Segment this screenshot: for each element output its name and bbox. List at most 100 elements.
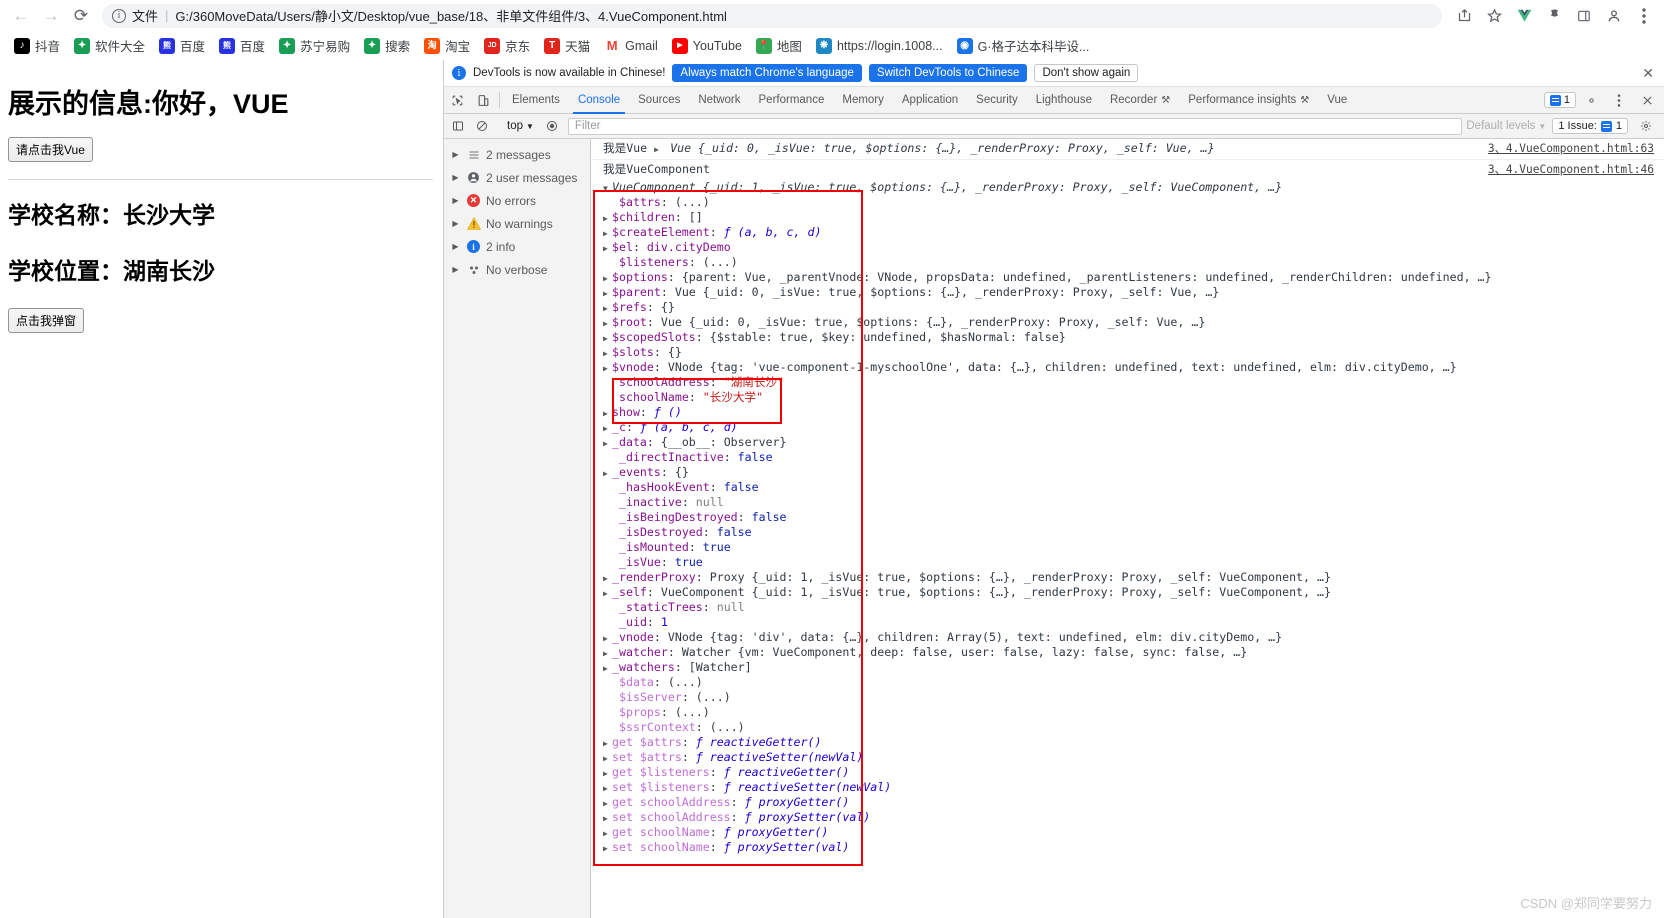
tree-row[interactable]: ▶ $children: [] (603, 210, 1664, 225)
expand-arrow-icon[interactable]: ▶ (603, 811, 612, 825)
expand-arrow-icon[interactable]: ▶ (603, 331, 612, 345)
expand-arrow-icon[interactable]: ▶ (603, 466, 612, 480)
bookmark-item[interactable]: ✦ 搜索 (358, 33, 416, 58)
side-panel-icon[interactable] (1570, 2, 1598, 30)
tree-row[interactable]: ▶_uid: 1 (603, 615, 1664, 630)
dont-show-again-button[interactable]: Don't show again (1034, 64, 1139, 82)
issues-counter-chip[interactable]: 1 (1543, 92, 1576, 108)
tree-row[interactable]: ▶ _watcher: Watcher {vm: VueComponent, de… (603, 645, 1664, 660)
tree-row[interactable]: ▶ _vnode: VNode {tag: 'div', data: {…}, c… (603, 630, 1664, 645)
profile-icon[interactable] (1600, 2, 1628, 30)
popup-button[interactable]: 点击我弹窗 (8, 308, 85, 333)
expand-arrow-icon[interactable]: ▶ (603, 571, 612, 585)
bookmark-item[interactable]: ▶ YouTube (666, 35, 748, 57)
tree-row-schoolname[interactable]: ▶schoolName: "长沙大学" (603, 390, 1664, 405)
tree-row[interactable]: ▶ $slots: {} (603, 345, 1664, 360)
tree-row-schooladdress[interactable]: ▶schoolAddress: "湖南长沙" (603, 375, 1664, 390)
collapse-arrow-icon[interactable]: ▼ (603, 181, 612, 195)
tree-row[interactable]: ▶_isDestroyed: false (603, 525, 1664, 540)
tree-row[interactable]: ▶ get $attrs: ƒ reactiveGetter() (603, 735, 1664, 750)
clear-console-icon[interactable] (470, 120, 494, 132)
tree-row[interactable]: ▶ $scopedSlots: {$stable: true, $key: und… (603, 330, 1664, 345)
tab-console[interactable]: Console (569, 87, 629, 114)
tree-row[interactable]: ▶ set $listeners: ƒ reactiveSetter(newVal… (603, 780, 1664, 795)
expand-arrow-icon[interactable]: ▶ (603, 751, 612, 765)
tree-row[interactable]: ▶ $refs: {} (603, 300, 1664, 315)
issues-badge[interactable]: 1 Issue: 1 (1552, 118, 1628, 134)
expand-arrow-icon[interactable]: ▶ (603, 436, 612, 450)
tree-row[interactable]: ▶ _self: VueComponent {_uid: 1, _isVue: t… (603, 585, 1664, 600)
tree-row[interactable]: ▶ get schoolAddress: ƒ proxyGetter() (603, 795, 1664, 810)
expand-arrow-icon[interactable]: ▶ (603, 316, 612, 330)
device-toolbar-icon[interactable] (470, 87, 496, 113)
tree-row[interactable]: ▶ set $attrs: ƒ reactiveSetter(newVal) (603, 750, 1664, 765)
console-message-vuecomponent[interactable]: 我是VueComponent 3、4.VueComponent.html:46 (591, 160, 1664, 179)
bookmark-item[interactable]: ◉ G·格子达本科毕设... (951, 33, 1096, 58)
expand-arrow-icon[interactable]: ▶ (603, 826, 612, 840)
tree-row[interactable]: ▶$attrs: (...) (603, 195, 1664, 210)
tree-row[interactable]: ▶$ssrContext: (...) (603, 720, 1664, 735)
expand-arrow-icon[interactable]: ▶ (603, 301, 612, 315)
gear-icon[interactable] (1578, 94, 1604, 107)
tree-row[interactable]: ▶_isVue: true (603, 555, 1664, 570)
sidebar-item-messages[interactable]: ▶ 2 messages (444, 143, 590, 166)
expand-arrow-icon[interactable]: ▶ (603, 766, 612, 780)
sidebar-item-user-messages[interactable]: ▶ 2 user messages (444, 166, 590, 189)
click-me-vue-button[interactable]: 请点击我Vue (8, 137, 93, 162)
star-icon[interactable] (1480, 2, 1508, 30)
tree-row-show[interactable]: ▶ show: ƒ () (603, 405, 1664, 420)
tab-vue[interactable]: Vue (1318, 87, 1356, 113)
tab-sources[interactable]: Sources (629, 87, 689, 113)
object-tree[interactable]: ▼ VueComponent {_uid: 1, _isVue: true, $o… (591, 179, 1664, 855)
sidebar-item-errors[interactable]: ▶ ✕ No errors (444, 189, 590, 212)
expand-arrow-icon[interactable]: ▶ (603, 271, 612, 285)
bookmark-item[interactable]: ✦ 苏宁易购 (273, 33, 356, 58)
tab-network[interactable]: Network (689, 87, 749, 113)
expand-arrow-icon[interactable]: ▶ (603, 241, 612, 255)
tree-row[interactable]: ▶ set schoolAddress: ƒ proxySetter(val) (603, 810, 1664, 825)
tree-row[interactable]: ▶_staticTrees: null (603, 600, 1664, 615)
tab-elements[interactable]: Elements (503, 87, 569, 113)
tree-row[interactable]: ▶ $el: div.cityDemo (603, 240, 1664, 255)
expand-arrow-icon[interactable]: ▶ (603, 661, 612, 675)
expand-arrow-icon[interactable]: ▶ (603, 421, 612, 435)
vue-devtools-icon[interactable] (1510, 2, 1538, 30)
bookmark-item[interactable]: ❋ https://login.1008... (810, 35, 949, 57)
expand-arrow-icon[interactable]: ▶ (603, 736, 612, 750)
tab-security[interactable]: Security (967, 87, 1027, 113)
tree-row[interactable]: ▶ set schoolName: ƒ proxySetter(val) (603, 840, 1664, 855)
console-message-vue[interactable]: 我是Vue ▶ Vue {_uid: 0, _isVue: true, $opt… (591, 139, 1664, 160)
expand-arrow-icon[interactable]: ▶ (603, 586, 612, 600)
source-link[interactable]: 3、4.VueComponent.html:46 (1488, 162, 1664, 177)
forward-button[interactable]: → (36, 1, 66, 31)
tree-row[interactable]: ▶ $root: Vue {_uid: 0, _isVue: true, $opt… (603, 315, 1664, 330)
filter-input[interactable]: Filter (567, 117, 1463, 135)
tree-row[interactable]: ▶ $createElement: ƒ (a, b, c, d) (603, 225, 1664, 240)
sidebar-item-info[interactable]: ▶ i 2 info (444, 235, 590, 258)
tree-row[interactable]: ▶ _events: {} (603, 465, 1664, 480)
expand-arrow-icon[interactable]: ▶ (603, 631, 612, 645)
bookmark-item[interactable]: JD 京东 (478, 33, 536, 58)
live-expression-icon[interactable] (540, 120, 564, 132)
chevron-right-icon[interactable]: ▶ (450, 173, 461, 182)
reload-button[interactable]: ⟳ (66, 1, 96, 31)
bookmark-item[interactable]: M Gmail (598, 35, 664, 57)
console-output[interactable]: 我是Vue ▶ Vue {_uid: 0, _isVue: true, $opt… (591, 139, 1664, 918)
expand-arrow-icon[interactable]: ▶ (654, 142, 663, 157)
tree-row[interactable]: ▶ get $listeners: ƒ reactiveGetter() (603, 765, 1664, 780)
tree-row[interactable]: ▶_hasHookEvent: false (603, 480, 1664, 495)
tree-row[interactable]: ▶ _c: ƒ (a, b, c, d) (603, 420, 1664, 435)
address-bar[interactable]: i 文件 | G:/360MoveData/Users/静小文/Desktop/… (102, 3, 1442, 28)
bookmark-item[interactable]: 淘淘宝 (418, 33, 476, 58)
close-icon[interactable] (1634, 95, 1660, 106)
object-tree-header[interactable]: ▼ VueComponent {_uid: 1, _isVue: true, $o… (603, 180, 1664, 195)
tab-memory[interactable]: Memory (833, 87, 893, 113)
expand-arrow-icon[interactable]: ▶ (603, 796, 612, 810)
tree-row[interactable]: ▶$data: (...) (603, 675, 1664, 690)
sidebar-item-warnings[interactable]: ▶ No warnings (444, 212, 590, 235)
always-match-language-button[interactable]: Always match Chrome's language (672, 64, 862, 82)
tab-performance[interactable]: Performance (750, 87, 834, 113)
expand-arrow-icon[interactable]: ▶ (603, 346, 612, 360)
bookmark-item[interactable]: 熊百度 (213, 33, 271, 58)
console-settings-icon[interactable] (1634, 120, 1658, 132)
